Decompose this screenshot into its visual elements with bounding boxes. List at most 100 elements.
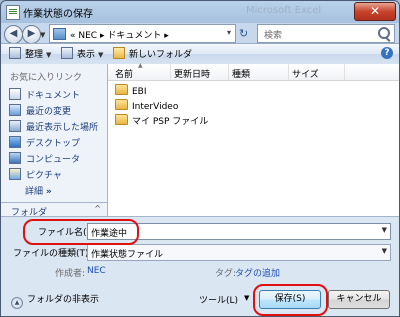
tags-label: タグ:: [215, 269, 237, 279]
chevron-up-icon: ^: [94, 204, 101, 213]
sidebar-item-desktop[interactable]: デスクトップ: [9, 136, 80, 149]
list-item[interactable]: EBI: [115, 84, 147, 98]
column-divider[interactable]: [228, 64, 229, 80]
folder-icon: [115, 114, 128, 125]
breadcrumb-nec[interactable]: NEC: [78, 31, 97, 41]
sidebar-item-label: 最近表示した場所: [26, 123, 99, 133]
chevron-down-icon: ▼: [381, 247, 387, 255]
search-placeholder: 検索: [264, 31, 283, 41]
sidebar-item-recent-changes[interactable]: 最近の変更: [9, 104, 71, 117]
organize-label: 整理: [25, 50, 44, 60]
search-icon[interactable]: [378, 27, 390, 39]
folder-icon: [115, 84, 128, 95]
sidebar-item-label: ドキュメント: [26, 91, 81, 101]
back-button[interactable]: ◀: [4, 25, 23, 44]
recent-places-icon: [9, 120, 21, 132]
favorites-header: お気に入りリンク: [10, 73, 83, 83]
organize-icon: [9, 47, 21, 59]
organize-button[interactable]: 整理 ▼: [9, 47, 51, 61]
more-links-button[interactable]: 詳細 »: [25, 184, 52, 197]
sidebar-item-recent-places[interactable]: 最近表示した場所: [9, 120, 98, 133]
sidebar-item-label: コンピュータ: [26, 155, 81, 165]
chevron-down-icon: ▼: [98, 51, 104, 59]
column-divider[interactable]: [170, 64, 171, 80]
column-header-row: 名前 ▲ 更新日時 種類 サイズ: [108, 62, 399, 81]
filetype-select[interactable]: 作業状態ファイル ▼: [87, 244, 391, 261]
sidebar-item-label: デスクトップ: [26, 139, 81, 149]
views-button[interactable]: 表示 ▼: [61, 47, 103, 61]
author-label: 作成者:: [55, 269, 86, 279]
folders-toggle[interactable]: フォルダ ^: [1, 202, 108, 218]
views-label: 表示: [77, 50, 96, 60]
app-icon: [6, 5, 20, 20]
background-window-title: Microsoft Excel: [246, 5, 322, 16]
command-toolbar: 整理 ▼ 表示 ▼ 新しいフォルダ ?: [1, 43, 399, 65]
documents-icon: [9, 88, 21, 100]
computer-icon: [53, 28, 66, 40]
desktop-icon: [9, 136, 21, 148]
file-list[interactable]: 名前 ▲ 更新日時 種類 サイズ EBI InterVideo マイ PSP フ…: [108, 62, 399, 216]
help-icon[interactable]: ?: [381, 47, 393, 59]
breadcrumb: « NEC ▸ ドキュメント ▸: [70, 28, 169, 41]
chevron-down-icon: ▼: [46, 51, 52, 59]
double-chevron-icon: »: [45, 187, 52, 197]
refresh-icon[interactable]: ↻: [239, 27, 248, 40]
filename-value: 作業途中: [91, 229, 128, 239]
search-input[interactable]: 検索: [257, 24, 395, 43]
author-value[interactable]: NEC: [87, 266, 106, 276]
pictures-icon: [9, 168, 21, 180]
filetype-value: 作業状態ファイル: [91, 250, 164, 260]
sidebar-item-pictures[interactable]: ピクチャ: [9, 168, 62, 181]
column-divider[interactable]: [344, 64, 345, 80]
folder-icon: [115, 99, 128, 110]
new-folder-icon: [113, 47, 125, 59]
computer-icon: [9, 152, 21, 164]
breadcrumb-separator[interactable]: ▸: [164, 31, 169, 41]
history-dropdown-icon[interactable]: ▼: [40, 31, 45, 39]
chevron-down-icon[interactable]: ▼: [244, 294, 249, 302]
title-bar: 作業状態の保存 Microsoft Excel ✕: [1, 1, 399, 23]
navigation-pane: お気に入りリンク ドキュメント 最近の変更 最近表示した場所 デスクトップ コン…: [1, 64, 108, 202]
filename-input[interactable]: 作業途中 ▼: [87, 223, 391, 240]
tags-add-link[interactable]: タグの追加: [235, 266, 280, 279]
list-item[interactable]: InterVideo: [115, 99, 178, 113]
new-folder-label: 新しいフォルダ: [129, 50, 193, 60]
address-bar[interactable]: « NEC ▸ ドキュメント ▸ ▾: [49, 24, 236, 43]
recent-changes-icon: [9, 104, 21, 116]
sidebar-item-computer[interactable]: コンピュータ: [9, 152, 80, 165]
window-title: 作業状態の保存: [23, 9, 93, 20]
close-button[interactable]: ✕: [354, 2, 396, 21]
column-header-type[interactable]: 種類: [232, 67, 250, 80]
breadcrumb-documents[interactable]: ドキュメント: [107, 31, 161, 41]
column-divider[interactable]: [288, 64, 289, 80]
chevron-down-icon[interactable]: ▼: [382, 226, 387, 234]
sidebar-item-label: ピクチャ: [26, 171, 62, 181]
column-header-size[interactable]: サイズ: [292, 67, 319, 80]
column-header-name[interactable]: 名前: [115, 67, 133, 80]
tools-button[interactable]: ツール(L): [199, 293, 238, 306]
hide-folders-label: フォルダの非表示: [27, 295, 100, 305]
filetype-label: ファイルの種類(T):: [13, 249, 92, 259]
list-item-name: マイ PSP ファイル: [132, 117, 209, 127]
sidebar-item-label: 最近の変更: [26, 107, 72, 117]
new-folder-button[interactable]: 新しいフォルダ: [113, 47, 192, 61]
hide-folders-button[interactable]: ▲ フォルダの非表示: [11, 292, 99, 309]
column-header-modified[interactable]: 更新日時: [174, 67, 210, 80]
cancel-button[interactable]: キャンセル: [328, 290, 390, 309]
address-dropdown-icon[interactable]: ▾: [227, 28, 231, 37]
chevron-up-icon: ▲: [11, 297, 23, 309]
sidebar-item-documents[interactable]: ドキュメント: [9, 88, 80, 101]
views-icon: [61, 47, 73, 59]
address-row: ◀ ▶ ▼ « NEC ▸ ドキュメント ▸ ▾ ↻ 検索: [1, 23, 399, 44]
breadcrumb-prefix[interactable]: «: [70, 31, 76, 41]
forward-button[interactable]: ▶: [22, 25, 41, 44]
list-item-name: InterVideo: [132, 102, 179, 112]
list-item-name: EBI: [132, 87, 147, 97]
save-dialog: 作業状態の保存 Microsoft Excel ✕ ◀ ▶ ▼ « NEC ▸ …: [0, 0, 400, 317]
sort-ascending-icon: ▲: [138, 62, 143, 69]
save-form: ファイル名(N): 作業途中 ▼ ファイルの種類(T): 作業状態ファイル ▼ …: [1, 216, 399, 316]
more-label: 詳細: [25, 187, 44, 197]
breadcrumb-separator[interactable]: ▸: [100, 31, 105, 41]
list-item[interactable]: マイ PSP ファイル: [115, 114, 208, 128]
save-button[interactable]: 保存(S): [259, 290, 321, 309]
